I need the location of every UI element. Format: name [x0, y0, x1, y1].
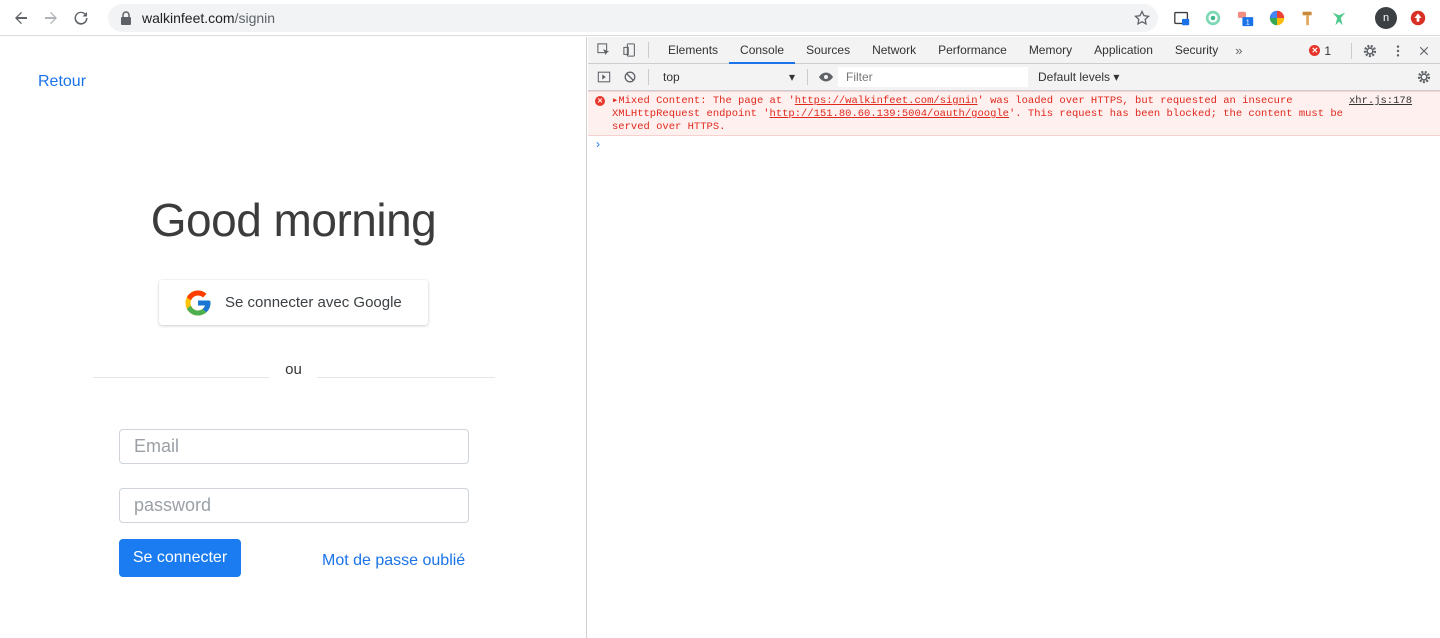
update-icon[interactable] [1408, 8, 1428, 28]
page-viewport: Retour Good morning Se connecter avec Go… [0, 37, 587, 638]
arrow-left-icon [15, 11, 27, 24]
console-settings-gear-icon[interactable] [1414, 67, 1434, 87]
message-line-1: ▸Mixed Content: The page at 'https://wal… [612, 95, 1293, 107]
tab-application[interactable]: Application [1083, 37, 1164, 64]
error-icon: ✕ [595, 96, 605, 106]
devtools-right-controls: ✕ 1 [1309, 37, 1440, 64]
separator-text: ou [285, 361, 302, 378]
bookmark-star-icon[interactable] [1134, 10, 1150, 26]
log-levels-dropdown[interactable]: Default levels ▾ [1038, 70, 1119, 84]
lock-icon [121, 11, 131, 25]
google-signin-label: Se connecter avec Google [225, 294, 402, 311]
extension-screenshot-icon[interactable] [1172, 8, 1192, 28]
extension-color-wheel-icon[interactable] [1267, 8, 1287, 28]
toolbar-separator [648, 42, 649, 58]
sidebar-toggle-icon[interactable] [594, 67, 614, 87]
toolbar-separator [648, 69, 649, 85]
address-bar[interactable]: walkinfeet.com/signin [108, 4, 1158, 32]
tab-elements[interactable]: Elements [657, 37, 729, 64]
tab-console[interactable]: Console [729, 36, 796, 64]
more-tabs-button[interactable]: » [1229, 43, 1248, 58]
back-link[interactable]: Retour [38, 73, 86, 91]
signin-button[interactable]: Se connecter [119, 539, 241, 577]
back-button[interactable] [6, 3, 36, 33]
error-icon: ✕ [1309, 45, 1321, 56]
svg-text:1: 1 [1246, 17, 1250, 26]
message-line-2: XMLHttpRequest endpoint 'http://151.80.6… [612, 108, 1343, 120]
reload-icon [74, 11, 88, 25]
password-input[interactable] [119, 488, 469, 523]
toolbar-separator [1351, 42, 1352, 59]
dropdown-arrow-icon: ▾ [788, 70, 795, 84]
message-line-3: served over HTTPS. [612, 121, 726, 133]
tab-network[interactable]: Network [861, 37, 927, 64]
close-icon[interactable] [1414, 41, 1434, 61]
message-source-link[interactable]: xhr.js:178 [1349, 95, 1412, 108]
error-count-value: 1 [1324, 43, 1331, 58]
context-selector[interactable]: top ▾ [663, 70, 799, 84]
tab-security[interactable]: Security [1164, 37, 1229, 64]
reload-button[interactable] [66, 3, 96, 33]
google-signin-button[interactable]: Se connecter avec Google [159, 280, 428, 325]
tab-memory[interactable]: Memory [1018, 37, 1083, 64]
settings-gear-icon[interactable] [1360, 41, 1380, 61]
device-toggle-icon[interactable] [620, 40, 640, 60]
console-error-message: ✕ ▸Mixed Content: The page at 'https://w… [588, 91, 1440, 136]
email-input[interactable] [119, 429, 469, 464]
error-counter[interactable]: ✕ 1 [1309, 44, 1331, 58]
tab-sources[interactable]: Sources [795, 37, 861, 64]
console-prompt[interactable]: › [588, 136, 1440, 152]
extension-target-icon[interactable] [1203, 8, 1223, 28]
arrow-right-icon [45, 11, 57, 24]
greeting-heading: Good morning [150, 194, 437, 246]
console-toolbar: top ▾ Default levels ▾ [588, 64, 1440, 91]
clear-console-icon[interactable] [620, 67, 640, 87]
inspect-element-icon[interactable] [594, 40, 614, 60]
extension-figure-icon[interactable] [1329, 8, 1349, 28]
extension-puzzle-icon[interactable]: 1 [1236, 8, 1256, 28]
kebab-menu-icon[interactable] [1388, 41, 1408, 61]
devtools-tabbar: Elements Console Sources Network Perform… [588, 36, 1440, 64]
tab-performance[interactable]: Performance [927, 37, 1018, 64]
message-link-endpoint[interactable]: http://151.80.60.139:5004/oauth/google [770, 108, 1009, 120]
message-link-page[interactable]: https://walkinfeet.com/signin [795, 95, 978, 107]
devtools-panel: Elements Console Sources Network Perform… [588, 36, 1440, 638]
profile-avatar[interactable]: n [1375, 7, 1397, 29]
filter-input[interactable] [838, 67, 1028, 87]
forgot-password-link[interactable]: Mot de passe oublié [322, 552, 465, 570]
forward-button[interactable] [36, 3, 66, 33]
eye-icon[interactable] [816, 67, 836, 87]
toolbar-separator [807, 69, 808, 85]
google-logo-icon [185, 290, 211, 315]
context-value: top [663, 70, 680, 84]
extension-hammer-icon[interactable] [1298, 8, 1318, 28]
browser-toolbar: walkinfeet.com/signin 1 n [0, 0, 1440, 36]
url-text: walkinfeet.com/signin [142, 10, 276, 26]
